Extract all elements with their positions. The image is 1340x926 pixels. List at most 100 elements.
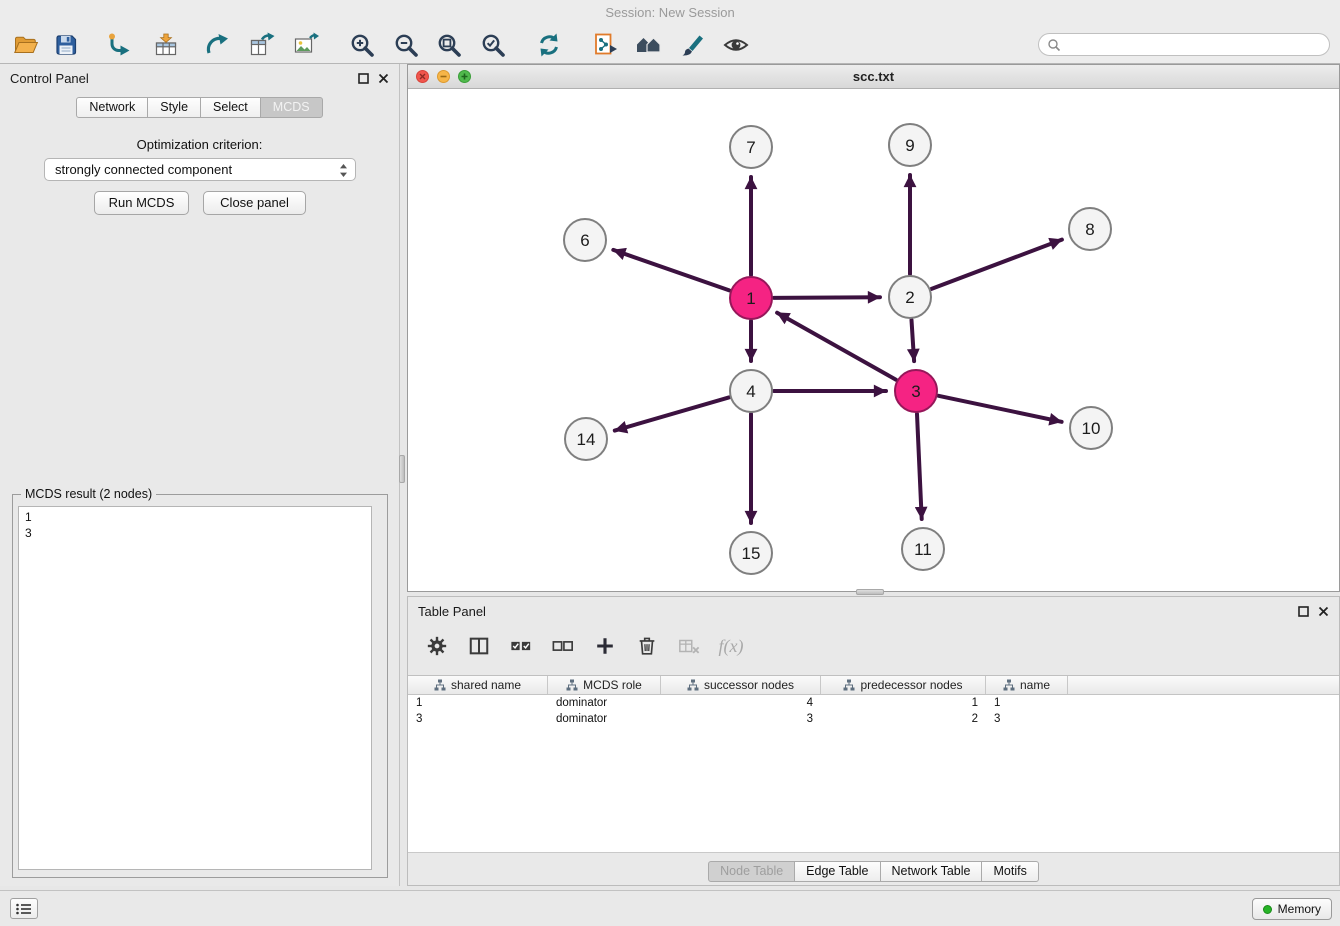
table-tab-motifs[interactable]: Motifs — [981, 861, 1038, 882]
column-header-label: predecessor nodes — [860, 678, 962, 692]
control-panel: Control Panel NetworkStyleSelectMCDS Opt… — [0, 64, 400, 886]
table-cell: 3 — [408, 711, 548, 727]
table-panel-title: Table Panel — [418, 604, 486, 619]
home-icon — [636, 32, 662, 58]
home-button[interactable] — [631, 28, 667, 61]
window-title: Session: New Session — [605, 5, 734, 20]
delete-column-button — [676, 633, 702, 659]
column-header-mcds-role[interactable]: MCDS role — [548, 676, 661, 694]
show-columns-button[interactable] — [466, 633, 492, 659]
column-header-successor-nodes[interactable]: successor nodes — [661, 676, 821, 694]
deselect-all-button[interactable] — [550, 633, 576, 659]
column-header-label: successor nodes — [704, 678, 794, 692]
table-cell: 2 — [821, 711, 986, 727]
table-row[interactable]: 1dominator411 — [408, 695, 1339, 711]
window-titlebar: Session: New Session — [0, 0, 1340, 26]
graph-node-label: 11 — [914, 540, 932, 559]
tab-style[interactable]: Style — [147, 97, 201, 118]
criterion-dropdown[interactable]: strongly connected component — [44, 158, 356, 181]
table-cell: dominator — [548, 695, 661, 711]
graph-edge-3-11[interactable] — [917, 414, 922, 519]
control-panel-title: Control Panel — [10, 71, 89, 86]
graph-edge-3-10[interactable] — [939, 396, 1062, 422]
float-table-panel-icon[interactable] — [1298, 604, 1309, 622]
zoom-out-icon — [393, 32, 419, 58]
zoom-selected-icon — [480, 32, 506, 58]
memory-label: Memory — [1278, 902, 1321, 916]
add-column-button[interactable] — [592, 633, 618, 659]
graph-edge-4-14[interactable] — [615, 397, 729, 430]
column-header-name[interactable]: name — [986, 676, 1068, 694]
graph-edge-3-1[interactable] — [777, 313, 896, 380]
refresh-icon — [536, 32, 562, 58]
open-session-button[interactable] — [8, 28, 44, 61]
close-panel-button[interactable]: Close panel — [203, 191, 306, 215]
style-brush-button[interactable] — [674, 28, 710, 61]
search-input[interactable] — [1065, 35, 1320, 54]
graph-edge-2-3[interactable] — [912, 320, 915, 361]
graph-edge-2-8[interactable] — [932, 240, 1062, 289]
gear-icon — [426, 635, 448, 657]
copy-network-button[interactable] — [587, 28, 623, 61]
horizontal-splitter-grip[interactable] — [856, 589, 884, 595]
graph-node-label: 6 — [580, 231, 589, 250]
import-network-button[interactable] — [102, 28, 138, 61]
column-header-label: name — [1020, 678, 1050, 692]
table-row[interactable]: 3dominator323 — [408, 711, 1339, 727]
select-all-button[interactable] — [508, 633, 534, 659]
table-tab-node-table[interactable]: Node Table — [708, 861, 795, 882]
column-header-shared-name[interactable]: shared name — [408, 676, 548, 694]
network-window-title: scc.txt — [408, 65, 1339, 88]
export-image-button[interactable] — [288, 28, 324, 61]
run-mcds-button[interactable]: Run MCDS — [94, 191, 189, 215]
save-session-button[interactable] — [48, 28, 84, 61]
eye-icon — [723, 32, 749, 58]
table-tab-network-table[interactable]: Network Table — [880, 861, 983, 882]
import-table-button[interactable] — [148, 28, 184, 61]
vertical-splitter-grip[interactable] — [399, 455, 405, 483]
zoom-selected-button[interactable] — [475, 28, 511, 61]
memory-status-icon — [1263, 905, 1272, 914]
refresh-button[interactable] — [531, 28, 567, 61]
minimize-window-icon[interactable] — [437, 70, 450, 83]
copy-network-icon — [592, 32, 618, 58]
export-network-button[interactable] — [200, 28, 236, 61]
memory-button[interactable]: Memory — [1252, 898, 1332, 920]
graph-edge-1-6[interactable] — [613, 250, 729, 291]
export-table-icon — [249, 32, 275, 58]
search-field[interactable] — [1038, 33, 1330, 56]
column-type-icon — [687, 679, 699, 691]
zoom-out-button[interactable] — [388, 28, 424, 61]
close-window-icon[interactable] — [416, 70, 429, 83]
mcds-result-title: MCDS result (2 nodes) — [21, 487, 156, 501]
graph-edge-1-2[interactable] — [774, 297, 880, 298]
network-graph[interactable]: 7968124314101511 — [408, 89, 1339, 591]
task-history-button[interactable] — [10, 898, 38, 919]
network-window-titlebar: scc.txt — [408, 65, 1339, 89]
export-table-button[interactable] — [244, 28, 280, 61]
graph-node-label: 14 — [577, 430, 596, 449]
main-toolbar — [0, 26, 1340, 64]
tab-select[interactable]: Select — [200, 97, 261, 118]
show-graphics-button[interactable] — [718, 28, 754, 61]
node-table: shared nameMCDS role successor nodes prede… — [408, 675, 1339, 853]
tab-mcds[interactable]: MCDS — [260, 97, 323, 118]
export-image-icon — [293, 32, 319, 58]
chevron-up-down-icon — [339, 163, 348, 181]
zoom-fit-button[interactable] — [431, 28, 467, 61]
maximize-window-icon[interactable] — [458, 70, 471, 83]
table-cell: dominator — [548, 711, 661, 727]
close-table-panel-icon[interactable] — [1318, 604, 1329, 622]
delete-column-icon — [678, 635, 700, 657]
function-builder-button: f(x) — [718, 633, 744, 659]
table-settings-button[interactable] — [424, 633, 450, 659]
delete-button[interactable] — [634, 633, 660, 659]
graph-node-label: 15 — [742, 544, 761, 563]
import-network-icon — [107, 32, 133, 58]
zoom-in-button[interactable] — [344, 28, 380, 61]
tab-network[interactable]: Network — [76, 97, 148, 118]
float-panel-icon[interactable] — [358, 71, 369, 89]
table-tab-edge-table[interactable]: Edge Table — [794, 861, 880, 882]
column-header-predecessor-nodes[interactable]: predecessor nodes — [821, 676, 986, 694]
close-panel-icon[interactable] — [378, 71, 389, 89]
